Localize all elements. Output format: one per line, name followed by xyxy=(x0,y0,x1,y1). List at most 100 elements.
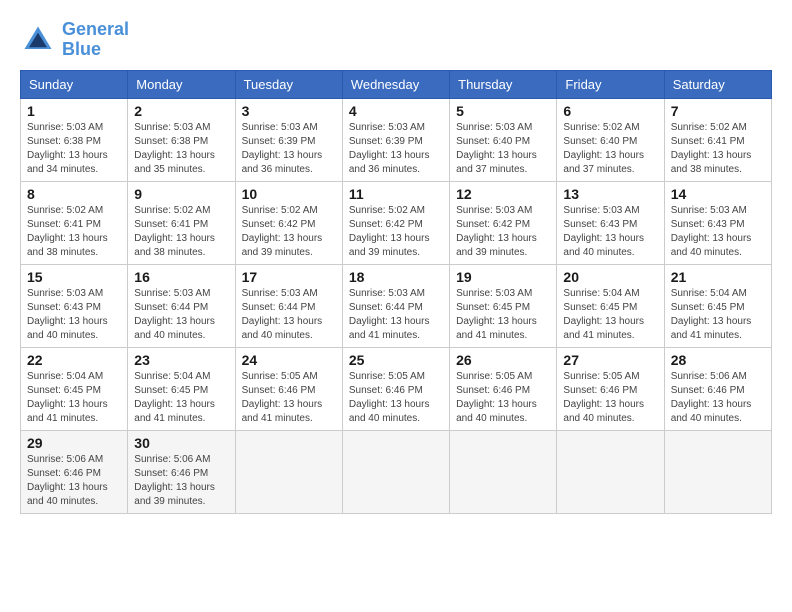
day-number: 8 xyxy=(27,186,121,202)
day-info: Sunrise: 5:06 AM Sunset: 6:46 PM Dayligh… xyxy=(27,453,121,509)
calendar-cell: 22 Sunrise: 5:04 AM Sunset: 6:45 PM Dayli… xyxy=(21,347,128,430)
day-number: 19 xyxy=(456,269,550,285)
day-info: Sunrise: 5:05 AM Sunset: 6:46 PM Dayligh… xyxy=(349,370,443,426)
logo-text: General Blue xyxy=(62,20,129,60)
day-info: Sunrise: 5:02 AM Sunset: 6:42 PM Dayligh… xyxy=(349,204,443,260)
day-info: Sunrise: 5:04 AM Sunset: 6:45 PM Dayligh… xyxy=(134,370,228,426)
day-info: Sunrise: 5:03 AM Sunset: 6:44 PM Dayligh… xyxy=(242,287,336,343)
day-number: 2 xyxy=(134,103,228,119)
calendar-cell: 1 Sunrise: 5:03 AM Sunset: 6:38 PM Daylig… xyxy=(21,98,128,181)
day-info: Sunrise: 5:03 AM Sunset: 6:44 PM Dayligh… xyxy=(134,287,228,343)
day-number: 16 xyxy=(134,269,228,285)
day-info: Sunrise: 5:02 AM Sunset: 6:42 PM Dayligh… xyxy=(242,204,336,260)
calendar-cell: 14 Sunrise: 5:03 AM Sunset: 6:43 PM Dayli… xyxy=(664,181,771,264)
day-number: 14 xyxy=(671,186,765,202)
day-info: Sunrise: 5:02 AM Sunset: 6:41 PM Dayligh… xyxy=(134,204,228,260)
day-number: 26 xyxy=(456,352,550,368)
calendar-cell: 7 Sunrise: 5:02 AM Sunset: 6:41 PM Daylig… xyxy=(664,98,771,181)
calendar-cell: 30Sunrise: 5:06 AM Sunset: 6:46 PM Dayli… xyxy=(128,430,235,513)
calendar-cell: 2 Sunrise: 5:03 AM Sunset: 6:38 PM Daylig… xyxy=(128,98,235,181)
day-info: Sunrise: 5:03 AM Sunset: 6:39 PM Dayligh… xyxy=(349,121,443,177)
logo-general: General xyxy=(62,19,129,39)
day-number: 6 xyxy=(563,103,657,119)
day-header-friday: Friday xyxy=(557,70,664,98)
calendar-cell: 19 Sunrise: 5:03 AM Sunset: 6:45 PM Dayli… xyxy=(450,264,557,347)
day-number: 21 xyxy=(671,269,765,285)
day-info: Sunrise: 5:04 AM Sunset: 6:45 PM Dayligh… xyxy=(27,370,121,426)
day-info: Sunrise: 5:03 AM Sunset: 6:38 PM Dayligh… xyxy=(134,121,228,177)
day-number: 24 xyxy=(242,352,336,368)
calendar-cell: 16 Sunrise: 5:03 AM Sunset: 6:44 PM Dayli… xyxy=(128,264,235,347)
calendar-week-row: 1 Sunrise: 5:03 AM Sunset: 6:38 PM Daylig… xyxy=(21,98,772,181)
day-number: 22 xyxy=(27,352,121,368)
day-info: Sunrise: 5:05 AM Sunset: 6:46 PM Dayligh… xyxy=(563,370,657,426)
calendar-header-row: SundayMondayTuesdayWednesdayThursdayFrid… xyxy=(21,70,772,98)
logo-blue: Blue xyxy=(62,39,101,59)
calendar-cell: 4 Sunrise: 5:03 AM Sunset: 6:39 PM Daylig… xyxy=(342,98,449,181)
day-number: 11 xyxy=(349,186,443,202)
day-number: 28 xyxy=(671,352,765,368)
calendar-cell xyxy=(342,430,449,513)
day-info: Sunrise: 5:03 AM Sunset: 6:43 PM Dayligh… xyxy=(563,204,657,260)
day-number: 15 xyxy=(27,269,121,285)
day-info: Sunrise: 5:03 AM Sunset: 6:43 PM Dayligh… xyxy=(671,204,765,260)
day-header-wednesday: Wednesday xyxy=(342,70,449,98)
calendar-cell: 20Sunrise: 5:04 AM Sunset: 6:45 PM Dayli… xyxy=(557,264,664,347)
calendar-cell: 18 Sunrise: 5:03 AM Sunset: 6:44 PM Dayli… xyxy=(342,264,449,347)
day-info: Sunrise: 5:02 AM Sunset: 6:40 PM Dayligh… xyxy=(563,121,657,177)
calendar-cell: 12Sunrise: 5:03 AM Sunset: 6:42 PM Dayli… xyxy=(450,181,557,264)
day-info: Sunrise: 5:03 AM Sunset: 6:39 PM Dayligh… xyxy=(242,121,336,177)
calendar-week-row: 15Sunrise: 5:03 AM Sunset: 6:43 PM Dayli… xyxy=(21,264,772,347)
calendar-cell: 23 Sunrise: 5:04 AM Sunset: 6:45 PM Dayli… xyxy=(128,347,235,430)
day-number: 5 xyxy=(456,103,550,119)
calendar-cell: 21 Sunrise: 5:04 AM Sunset: 6:45 PM Dayli… xyxy=(664,264,771,347)
calendar-cell xyxy=(450,430,557,513)
day-header-sunday: Sunday xyxy=(21,70,128,98)
calendar-cell: 26 Sunrise: 5:05 AM Sunset: 6:46 PM Dayli… xyxy=(450,347,557,430)
calendar-cell: 5 Sunrise: 5:03 AM Sunset: 6:40 PM Daylig… xyxy=(450,98,557,181)
calendar-cell: 27Sunrise: 5:05 AM Sunset: 6:46 PM Dayli… xyxy=(557,347,664,430)
calendar-cell: 15Sunrise: 5:03 AM Sunset: 6:43 PM Dayli… xyxy=(21,264,128,347)
day-number: 25 xyxy=(349,352,443,368)
calendar-cell: 6 Sunrise: 5:02 AM Sunset: 6:40 PM Daylig… xyxy=(557,98,664,181)
calendar-cell: 25 Sunrise: 5:05 AM Sunset: 6:46 PM Dayli… xyxy=(342,347,449,430)
page-header: General Blue xyxy=(20,20,772,60)
day-info: Sunrise: 5:03 AM Sunset: 6:44 PM Dayligh… xyxy=(349,287,443,343)
calendar-cell: 9 Sunrise: 5:02 AM Sunset: 6:41 PM Daylig… xyxy=(128,181,235,264)
logo: General Blue xyxy=(20,20,129,60)
calendar-cell: 11 Sunrise: 5:02 AM Sunset: 6:42 PM Dayli… xyxy=(342,181,449,264)
calendar-week-row: 8 Sunrise: 5:02 AM Sunset: 6:41 PM Daylig… xyxy=(21,181,772,264)
day-info: Sunrise: 5:05 AM Sunset: 6:46 PM Dayligh… xyxy=(242,370,336,426)
day-header-saturday: Saturday xyxy=(664,70,771,98)
day-info: Sunrise: 5:02 AM Sunset: 6:41 PM Dayligh… xyxy=(671,121,765,177)
calendar-cell: 17Sunrise: 5:03 AM Sunset: 6:44 PM Dayli… xyxy=(235,264,342,347)
day-number: 29 xyxy=(27,435,121,451)
day-info: Sunrise: 5:06 AM Sunset: 6:46 PM Dayligh… xyxy=(134,453,228,509)
calendar-cell: 10Sunrise: 5:02 AM Sunset: 6:42 PM Dayli… xyxy=(235,181,342,264)
calendar-cell: 29 Sunrise: 5:06 AM Sunset: 6:46 PM Dayli… xyxy=(21,430,128,513)
day-number: 7 xyxy=(671,103,765,119)
day-info: Sunrise: 5:04 AM Sunset: 6:45 PM Dayligh… xyxy=(671,287,765,343)
day-number: 4 xyxy=(349,103,443,119)
day-info: Sunrise: 5:03 AM Sunset: 6:38 PM Dayligh… xyxy=(27,121,121,177)
calendar-cell xyxy=(235,430,342,513)
calendar-cell: 8 Sunrise: 5:02 AM Sunset: 6:41 PM Daylig… xyxy=(21,181,128,264)
calendar-cell: 28 Sunrise: 5:06 AM Sunset: 6:46 PM Dayli… xyxy=(664,347,771,430)
day-info: Sunrise: 5:04 AM Sunset: 6:45 PM Dayligh… xyxy=(563,287,657,343)
day-number: 1 xyxy=(27,103,121,119)
day-info: Sunrise: 5:02 AM Sunset: 6:41 PM Dayligh… xyxy=(27,204,121,260)
day-info: Sunrise: 5:06 AM Sunset: 6:46 PM Dayligh… xyxy=(671,370,765,426)
day-number: 18 xyxy=(349,269,443,285)
calendar-cell: 3Sunrise: 5:03 AM Sunset: 6:39 PM Daylig… xyxy=(235,98,342,181)
day-info: Sunrise: 5:05 AM Sunset: 6:46 PM Dayligh… xyxy=(456,370,550,426)
calendar-cell: 13Sunrise: 5:03 AM Sunset: 6:43 PM Dayli… xyxy=(557,181,664,264)
day-number: 9 xyxy=(134,186,228,202)
day-info: Sunrise: 5:03 AM Sunset: 6:45 PM Dayligh… xyxy=(456,287,550,343)
day-number: 23 xyxy=(134,352,228,368)
day-header-monday: Monday xyxy=(128,70,235,98)
day-info: Sunrise: 5:03 AM Sunset: 6:42 PM Dayligh… xyxy=(456,204,550,260)
calendar-table: SundayMondayTuesdayWednesdayThursdayFrid… xyxy=(20,70,772,514)
day-info: Sunrise: 5:03 AM Sunset: 6:40 PM Dayligh… xyxy=(456,121,550,177)
calendar-week-row: 29 Sunrise: 5:06 AM Sunset: 6:46 PM Dayli… xyxy=(21,430,772,513)
calendar-cell xyxy=(557,430,664,513)
